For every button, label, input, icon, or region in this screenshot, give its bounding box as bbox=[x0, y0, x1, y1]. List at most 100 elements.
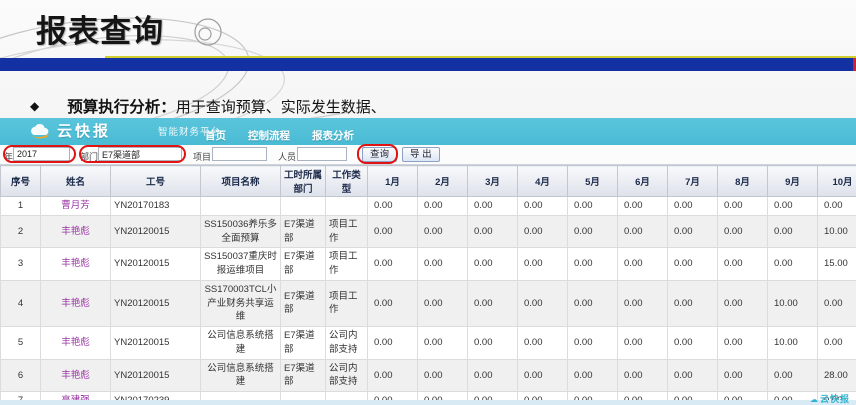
cell-month-value: 0.00 bbox=[567, 247, 618, 281]
cell-month-value: 0.00 bbox=[767, 358, 818, 393]
cell-month-value: 0.00 bbox=[667, 247, 718, 281]
cell-month-value: 10.00 bbox=[767, 279, 818, 328]
bullet-text: 用于查询预算、实际发生数据、 bbox=[175, 99, 386, 116]
project-label: 项目 bbox=[193, 152, 212, 162]
cell-project bbox=[200, 196, 281, 216]
cell-name[interactable]: 丰艳彪 bbox=[40, 279, 111, 328]
cell-no: 4 bbox=[0, 279, 41, 328]
person-input[interactable] bbox=[297, 147, 347, 161]
col-header: 7月 bbox=[667, 165, 718, 197]
cell-month-value: 0.00 bbox=[367, 358, 418, 393]
cell-emp-id: YN20120015 bbox=[110, 214, 201, 249]
dept-label: 部门 bbox=[80, 152, 99, 162]
watermark-logo: ☁云快报 bbox=[809, 394, 850, 404]
cell-name[interactable]: 丰艳彪 bbox=[40, 247, 111, 281]
cell-name[interactable]: 丰艳彪 bbox=[40, 358, 111, 393]
cell-month-value: 0.00 bbox=[467, 279, 518, 328]
brand-name: 云快报 bbox=[57, 123, 112, 140]
cell-month-value: 0.00 bbox=[417, 279, 468, 328]
cell-dept: E7渠道部 bbox=[280, 247, 326, 281]
col-header: 1月 bbox=[367, 165, 418, 197]
cell-month-value: 0.00 bbox=[817, 279, 856, 328]
cell-month-value: 0.00 bbox=[417, 196, 468, 216]
cell-month-value: 0.00 bbox=[517, 326, 568, 360]
col-header: 4月 bbox=[517, 165, 568, 197]
col-header: 5月 bbox=[567, 165, 618, 197]
search-button[interactable]: 查询 bbox=[362, 147, 398, 162]
cell-month-value: 0.00 bbox=[517, 196, 568, 216]
cell-emp-id: YN20120015 bbox=[110, 279, 201, 328]
table-row: 1 曹月芳 YN20170183 0.00 0.00 0.00 0.00 0.00 0.00 0.… bbox=[0, 196, 856, 216]
cell-emp-id: YN20120015 bbox=[110, 326, 201, 360]
cell-month-value: 0.00 bbox=[367, 326, 418, 360]
cell-month-value: 0.00 bbox=[767, 214, 818, 249]
cell-month-value: 0.00 bbox=[617, 358, 668, 393]
cell-month-value: 0.00 bbox=[467, 358, 518, 393]
dept-input[interactable] bbox=[98, 147, 182, 161]
cell-month-value: 0.00 bbox=[417, 326, 468, 360]
col-header: 6月 bbox=[617, 165, 668, 197]
cell-month-value: 0.00 bbox=[417, 214, 468, 249]
col-header: 工时所属部门 bbox=[280, 165, 326, 197]
cell-month-value: 0.00 bbox=[717, 279, 768, 328]
app-screenshot: 云快报 智能财务平台 首页 控制流程 报表分析 年 部门 项目 人员 查询 导 … bbox=[0, 118, 856, 405]
col-header: 姓名 bbox=[40, 165, 111, 197]
cell-month-value: 0.00 bbox=[617, 196, 668, 216]
table-row: 6 丰艳彪 YN20120015 公司信息系统搭建 E7渠道部 公司内部支持 0.00 0.0… bbox=[0, 358, 856, 393]
nav-item-report-analysis[interactable]: 报表分析 bbox=[312, 128, 354, 143]
cell-no: 1 bbox=[0, 196, 41, 216]
cell-project: 公司信息系统搭建 bbox=[200, 326, 281, 360]
filter-bar: 年 部门 项目 人员 查询 导 出 bbox=[0, 145, 856, 165]
cell-emp-id: YN20120015 bbox=[110, 247, 201, 281]
cell-work-type: 项目工作 bbox=[325, 214, 368, 249]
export-button[interactable]: 导 出 bbox=[402, 147, 440, 162]
col-header: 项目名称 bbox=[200, 165, 281, 197]
cell-month-value: 0.00 bbox=[667, 214, 718, 249]
cell-month-value: 0.00 bbox=[517, 358, 568, 393]
bottom-strip bbox=[0, 400, 856, 405]
cell-month-value: 0.00 bbox=[717, 326, 768, 360]
cell-dept: E7渠道部 bbox=[280, 358, 326, 393]
cell-month-value: 0.00 bbox=[717, 214, 768, 249]
cell-month-value: 10.00 bbox=[767, 326, 818, 360]
cell-month-value: 0.00 bbox=[817, 196, 856, 216]
cell-month-value: 0.00 bbox=[617, 247, 668, 281]
cell-dept: E7渠道部 bbox=[280, 279, 326, 328]
year-label: 年 bbox=[4, 152, 14, 162]
cell-month-value: 0.00 bbox=[517, 247, 568, 281]
report-table: 序号 姓名 工号 项目名称 工时所属部门 工作类型 1月 2月 3月 4月 5月 6月 7月 8月 9月 10… bbox=[0, 165, 856, 405]
accent-blue-bar bbox=[0, 58, 856, 71]
table-header-row: 序号 姓名 工号 项目名称 工时所属部门 工作类型 1月 2月 3月 4月 5月 6月 7月 8月 9月 10… bbox=[0, 165, 856, 197]
col-header: 9月 bbox=[767, 165, 818, 197]
cell-month-value: 0.00 bbox=[367, 196, 418, 216]
person-label: 人员 bbox=[278, 152, 297, 162]
cell-name[interactable]: 丰艳彪 bbox=[40, 326, 111, 360]
cloud-logo-icon bbox=[31, 123, 49, 139]
year-input[interactable] bbox=[13, 147, 70, 161]
cell-name[interactable]: 曹月芳 bbox=[40, 196, 111, 216]
table-row: 3 丰艳彪 YN20120015 SS150037重庆时报运维项目 E7渠道部 项目工作 0… bbox=[0, 247, 856, 281]
project-input[interactable] bbox=[212, 147, 267, 161]
cell-no: 5 bbox=[0, 326, 41, 360]
cell-name[interactable]: 丰艳彪 bbox=[40, 214, 111, 249]
cell-dept: E7渠道部 bbox=[280, 326, 326, 360]
col-header: 工作类型 bbox=[325, 165, 368, 197]
diamond-bullet-icon: ◆ bbox=[30, 99, 40, 113]
cell-month-value: 0.00 bbox=[717, 247, 768, 281]
cell-month-value: 0.00 bbox=[417, 358, 468, 393]
cell-month-value: 0.00 bbox=[567, 326, 618, 360]
brand: 云快报 bbox=[28, 120, 111, 141]
cell-month-value: 0.00 bbox=[417, 247, 468, 281]
cell-month-value: 0.00 bbox=[467, 214, 518, 249]
cell-no: 2 bbox=[0, 214, 41, 249]
col-header: 序号 bbox=[0, 165, 41, 197]
cell-month-value: 10.00 bbox=[817, 214, 856, 249]
cell-project: 公司信息系统搭建 bbox=[200, 358, 281, 393]
cell-month-value: 0.00 bbox=[667, 196, 718, 216]
nav-item-control-flow[interactable]: 控制流程 bbox=[248, 128, 290, 143]
cell-dept: E7渠道部 bbox=[280, 214, 326, 249]
nav-item-home[interactable]: 首页 bbox=[205, 128, 226, 143]
cell-month-value: 0.00 bbox=[367, 279, 418, 328]
cell-month-value: 0.00 bbox=[617, 214, 668, 249]
cell-project: SS150036养乐多全面预算 bbox=[200, 214, 281, 249]
